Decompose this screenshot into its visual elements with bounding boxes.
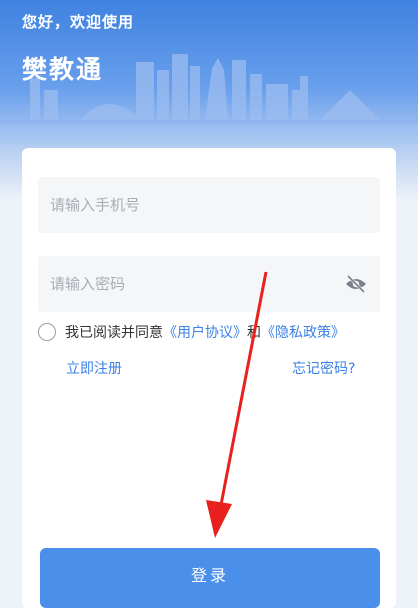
greeting-text: 您好，欢迎使用 bbox=[22, 13, 135, 31]
user-agreement-link[interactable]: 《用户协议》 bbox=[163, 322, 247, 342]
privacy-policy-link[interactable]: 《隐私政策》 bbox=[261, 322, 345, 342]
phone-field[interactable] bbox=[38, 177, 380, 233]
agreement-and: 和 bbox=[247, 325, 261, 341]
app-name: 樊教通 bbox=[22, 55, 104, 84]
login-button[interactable]: 登录 bbox=[40, 548, 380, 608]
password-input[interactable] bbox=[38, 256, 380, 312]
forgot-password-link[interactable]: 忘记密码? bbox=[292, 358, 355, 378]
eye-off-icon[interactable] bbox=[344, 273, 368, 295]
password-field[interactable] bbox=[38, 256, 380, 312]
agreement-row: 我已阅读并同意 《用户协议》 和 《隐私政策》 bbox=[38, 321, 345, 343]
phone-input[interactable] bbox=[38, 177, 380, 233]
agreement-checkbox[interactable] bbox=[38, 323, 56, 341]
register-link[interactable]: 立即注册 bbox=[66, 358, 122, 378]
agreement-prefix: 我已阅读并同意 bbox=[65, 325, 163, 341]
